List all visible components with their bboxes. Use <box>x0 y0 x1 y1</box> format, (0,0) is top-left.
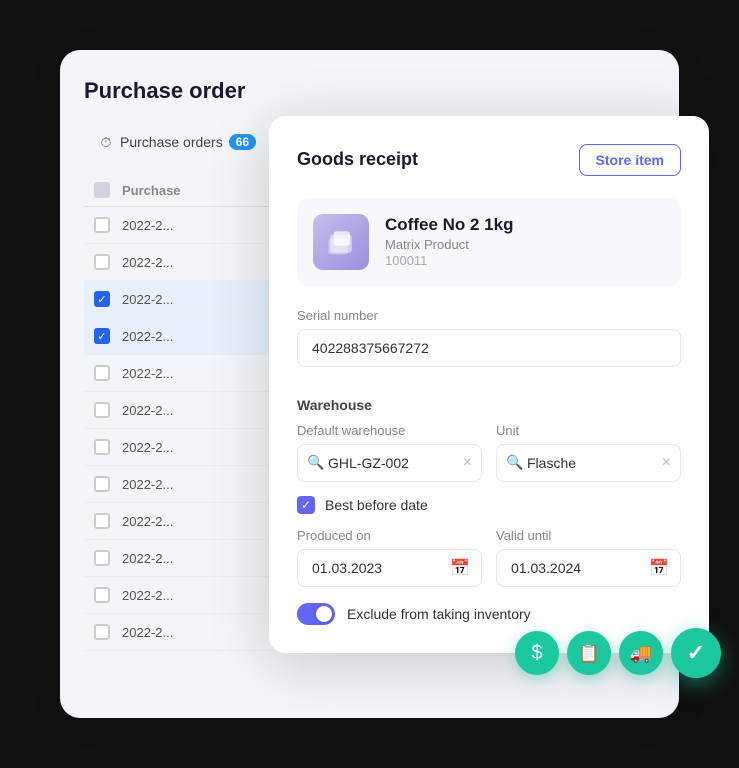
product-id: 100011 <box>385 253 513 268</box>
truck-fab[interactable]: 🚚 <box>619 631 663 675</box>
goods-receipt-modal: Goods receipt Store item Coffee No 2 1kg… <box>269 116 709 653</box>
best-before-label: Best before date <box>325 497 428 513</box>
valid-until-field: Valid until 📅 <box>496 528 681 587</box>
exclude-inventory-label: Exclude from taking inventory <box>347 606 531 622</box>
warehouse-clear-icon[interactable]: × <box>463 454 472 472</box>
unit-input[interactable] <box>496 444 681 482</box>
produced-on-label: Produced on <box>297 528 482 543</box>
produced-on-input-wrap: 📅 <box>297 549 482 587</box>
valid-until-input-wrap: 📅 <box>496 549 681 587</box>
dollar-fab[interactable]: $ <box>515 631 559 675</box>
modal-header: Goods receipt Store item <box>297 144 681 176</box>
best-before-check-field: Best before date <box>297 496 681 514</box>
product-image <box>313 214 369 270</box>
default-warehouse-input[interactable] <box>297 444 482 482</box>
exclude-inventory-toggle[interactable] <box>297 603 335 625</box>
unit-label: Unit <box>496 423 681 438</box>
produced-on-calendar-icon[interactable]: 📅 <box>450 558 470 578</box>
fab-group: $ 📋 🚚 ✓ <box>515 628 721 678</box>
unit-input-wrap: 🔍 × <box>496 444 681 482</box>
dollar-icon: $ <box>531 642 542 665</box>
valid-until-calendar-icon[interactable]: 📅 <box>649 558 669 578</box>
serial-number-input[interactable] <box>297 329 681 367</box>
default-warehouse-label: Default warehouse <box>297 423 482 438</box>
confirm-fab[interactable]: ✓ <box>671 628 721 678</box>
product-category: Matrix Product <box>385 237 513 252</box>
valid-until-label: Valid until <box>496 528 681 543</box>
default-warehouse-field: Default warehouse 🔍 × <box>297 423 482 482</box>
warehouse-unit-row: Default warehouse 🔍 × Unit 🔍 × <box>297 423 681 482</box>
produced-on-field: Produced on 📅 <box>297 528 482 587</box>
unit-field: Unit 🔍 × <box>496 423 681 482</box>
product-name: Coffee No 2 1kg <box>385 215 513 235</box>
truck-icon: 🚚 <box>630 643 652 664</box>
unit-clear-icon[interactable]: × <box>662 454 671 472</box>
dates-row: Produced on 📅 Valid until 📅 <box>297 528 681 587</box>
check-icon: ✓ <box>687 640 705 666</box>
modal-title: Goods receipt <box>297 149 418 170</box>
product-card: Coffee No 2 1kg Matrix Product 100011 <box>297 198 681 286</box>
default-warehouse-input-wrap: 🔍 × <box>297 444 482 482</box>
warehouse-search-icon: 🔍 <box>307 454 324 471</box>
best-before-checkbox[interactable] <box>297 496 315 514</box>
store-item-button[interactable]: Store item <box>579 144 681 176</box>
calendar-fab[interactable]: 📋 <box>567 631 611 675</box>
warehouse-section-label: Warehouse <box>297 397 681 413</box>
exclude-inventory-row: Exclude from taking inventory <box>297 603 681 625</box>
serial-number-label: Serial number <box>297 308 681 323</box>
unit-search-icon: 🔍 <box>506 454 523 471</box>
calendar-icon: 📋 <box>578 643 600 664</box>
product-info: Coffee No 2 1kg Matrix Product 100011 <box>385 215 513 268</box>
